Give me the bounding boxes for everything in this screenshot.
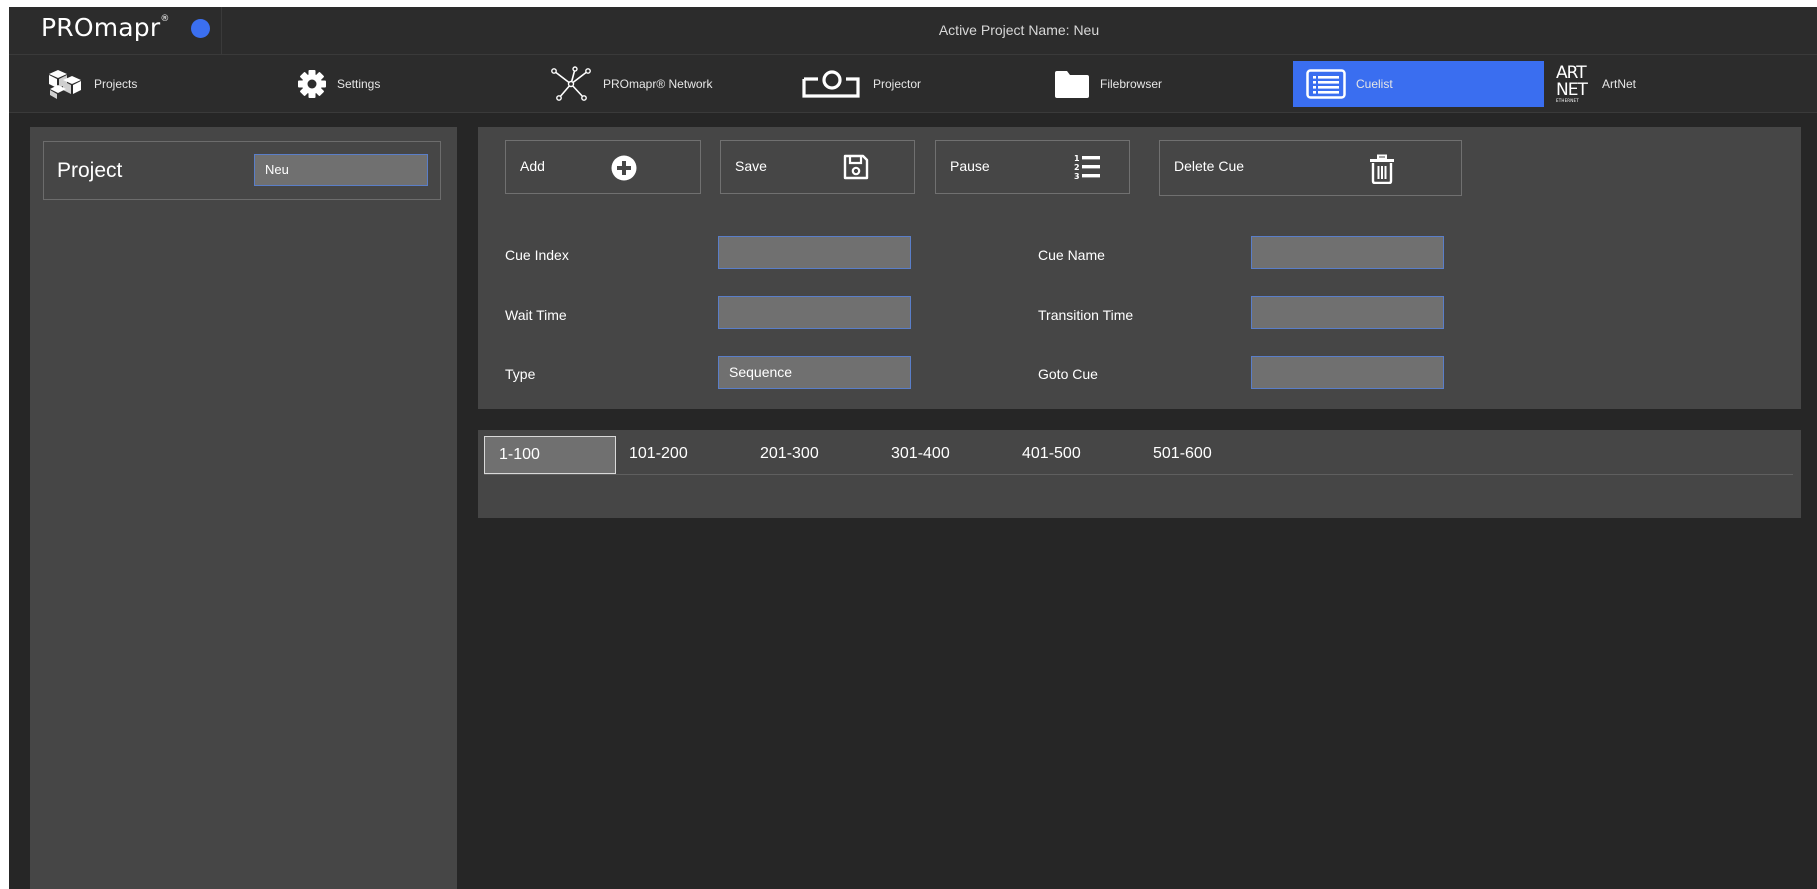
cue-index-input[interactable] <box>718 236 911 269</box>
range-tab-201-300[interactable]: 201-300 <box>746 436 878 474</box>
nav-cuelist[interactable]: Cuelist <box>1293 61 1544 107</box>
goto-cue-label: Goto Cue <box>1038 366 1098 382</box>
project-label: Project <box>57 159 123 182</box>
nav-settings-label: Settings <box>337 77 381 91</box>
svg-text:2: 2 <box>1074 163 1080 172</box>
brand-area: PROmapr® <box>9 7 222 54</box>
artnet-logo-icon: ART NET ETHERNET <box>1556 65 1590 103</box>
wait-time-label: Wait Time <box>505 307 567 323</box>
numbered-list-icon: 123 <box>1074 154 1100 181</box>
type-label: Type <box>505 366 536 382</box>
cue-name-label: Cue Name <box>1038 247 1105 263</box>
nav-settings[interactable]: Settings <box>297 61 457 107</box>
goto-cue-input[interactable] <box>1251 356 1444 389</box>
cubes-icon <box>49 70 81 99</box>
network-icon <box>551 66 591 101</box>
nav-projects[interactable]: Projects <box>46 61 206 107</box>
nav-projects-label: Projects <box>94 77 138 91</box>
save-button-label: Save <box>735 158 767 174</box>
svg-text:3: 3 <box>1074 172 1080 181</box>
app-window: PROmapr® Active Project Name: Neu Projec… <box>9 7 1817 889</box>
delete-cue-button[interactable]: Delete Cue <box>1159 140 1462 196</box>
range-tab-101-200[interactable]: 101-200 <box>615 436 747 474</box>
project-name-input[interactable]: Neu <box>254 154 428 186</box>
wait-time-input[interactable] <box>718 296 911 329</box>
cue-name-input[interactable] <box>1251 236 1444 269</box>
trash-icon <box>1370 154 1394 184</box>
logo-text: PROmapr <box>41 13 161 42</box>
main-nav: Projects Settings PROmapr® Network Proje… <box>9 55 1817 113</box>
nav-network-label: PROmapr® Network <box>603 77 713 91</box>
cue-editor-panel: Add Save Pause 123 Delete Cue Cue Index … <box>478 127 1801 409</box>
artnet-logo-line2: NET <box>1556 80 1588 100</box>
cue-range-panel: 1-100 101-200 201-300 301-400 401-500 50… <box>478 430 1801 518</box>
transition-time-label: Transition Time <box>1038 307 1134 323</box>
plus-circle-icon <box>611 155 637 181</box>
folder-icon <box>1055 71 1089 98</box>
add-button-label: Add <box>520 158 545 174</box>
nav-filebrowser[interactable]: Filebrowser <box>1054 61 1214 107</box>
top-bar: PROmapr® Active Project Name: Neu <box>9 7 1817 55</box>
nav-artnet[interactable]: ART NET ETHERNET ArtNet <box>1556 61 1716 107</box>
type-select[interactable]: Sequence <box>718 356 911 389</box>
range-tab-1-100[interactable]: 1-100 <box>484 436 616 474</box>
nav-projector-label: Projector <box>873 77 922 91</box>
cue-range-tabs: 1-100 101-200 201-300 301-400 401-500 50… <box>484 436 1793 475</box>
active-project-name: Active Project Name: Neu <box>938 22 1100 38</box>
range-tab-501-600[interactable]: 501-600 <box>1139 436 1271 474</box>
save-button[interactable]: Save <box>720 140 915 194</box>
project-panel: Project Neu <box>30 127 457 889</box>
projector-icon <box>802 70 860 98</box>
pause-button-label: Pause <box>950 158 990 174</box>
gear-icon <box>298 70 326 98</box>
app-logo: PROmapr® <box>41 13 170 42</box>
project-selector: Project Neu <box>43 141 441 200</box>
nav-projector[interactable]: Projector <box>801 61 961 107</box>
transition-time-input[interactable] <box>1251 296 1444 329</box>
connection-status-indicator <box>191 19 210 38</box>
svg-text:1: 1 <box>1074 154 1080 163</box>
nav-cuelist-label: Cuelist <box>1356 77 1393 91</box>
logo-registered-mark: ® <box>160 13 170 24</box>
cue-index-label: Cue Index <box>505 247 569 263</box>
add-cue-button[interactable]: Add <box>505 140 701 194</box>
nav-network[interactable]: PROmapr® Network <box>549 61 739 107</box>
range-tab-301-400[interactable]: 301-400 <box>877 436 1009 474</box>
list-icon <box>1306 69 1346 99</box>
nav-filebrowser-label: Filebrowser <box>1100 77 1163 91</box>
delete-cue-button-label: Delete Cue <box>1174 158 1245 174</box>
nav-artnet-label: ArtNet <box>1602 77 1637 91</box>
floppy-disk-icon <box>843 154 869 180</box>
range-tab-401-500[interactable]: 401-500 <box>1008 436 1140 474</box>
pause-button[interactable]: Pause 123 <box>935 140 1130 194</box>
